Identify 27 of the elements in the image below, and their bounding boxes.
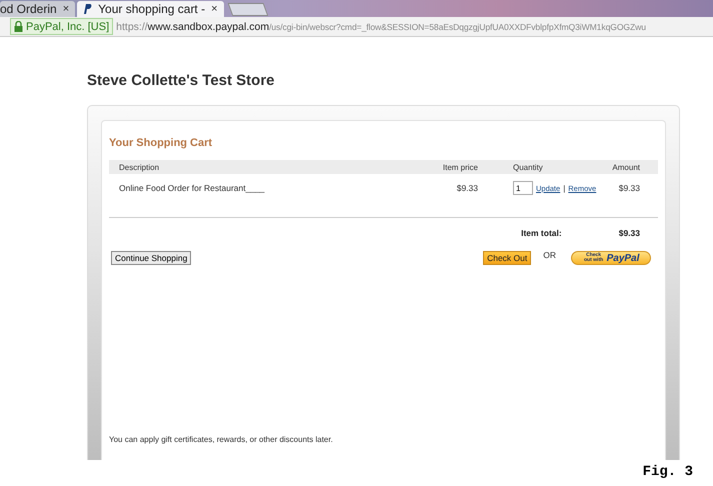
address-bar[interactable]: https://www.sandbox.paypal.com/us/cgi-bin/webscr?cmd=_flow&SESSION=58aEsDqgzgjUpfUA0XXDFvblpfpXfmQ3iWM1kqGOGZwu	[116, 20, 646, 32]
store-title: Steve Collette's Test Store	[87, 72, 276, 89]
table-cell-text: $9.33	[456, 182, 478, 195]
link-separator: |	[563, 184, 566, 192]
quantity-field[interactable]: 1	[513, 181, 533, 195]
column-header: Amount	[608, 160, 658, 174]
lock-icon	[14, 21, 23, 32]
figure-caption: Fig. 3	[642, 464, 693, 480]
table-cell-text: Online Food Order for Restaurant____	[118, 182, 266, 195]
total-label: Item total:	[521, 228, 562, 238]
cart-heading: Your Shopping Cart	[109, 137, 214, 149]
close-icon[interactable]: ×	[211, 3, 218, 15]
browser-tab[interactable]: Your shopping cart - ×	[77, 1, 224, 17]
site-identity-badge[interactable]: PayPal, Inc. [US]	[10, 18, 114, 35]
column-header: Quantity	[478, 160, 608, 174]
new-tab-button[interactable]	[227, 3, 268, 16]
continue-shopping-button[interactable]: Continue Shopping	[111, 251, 192, 265]
close-icon[interactable]: ×	[62, 3, 70, 15]
or-label: OR	[543, 250, 556, 260]
total-value: $9.33	[618, 228, 640, 238]
discount-note: You can apply gift certificates, rewards, or other discounts later.	[109, 435, 334, 444]
paypal-favicon-icon	[83, 4, 92, 14]
browser-tab[interactable]: od Orderin ×	[0, 1, 76, 17]
checkout-button[interactable]: Check Out	[483, 251, 532, 265]
column-header: Item price	[408, 160, 478, 174]
table-cell-text: $9.33	[618, 182, 641, 195]
column-header: Description	[109, 160, 408, 174]
